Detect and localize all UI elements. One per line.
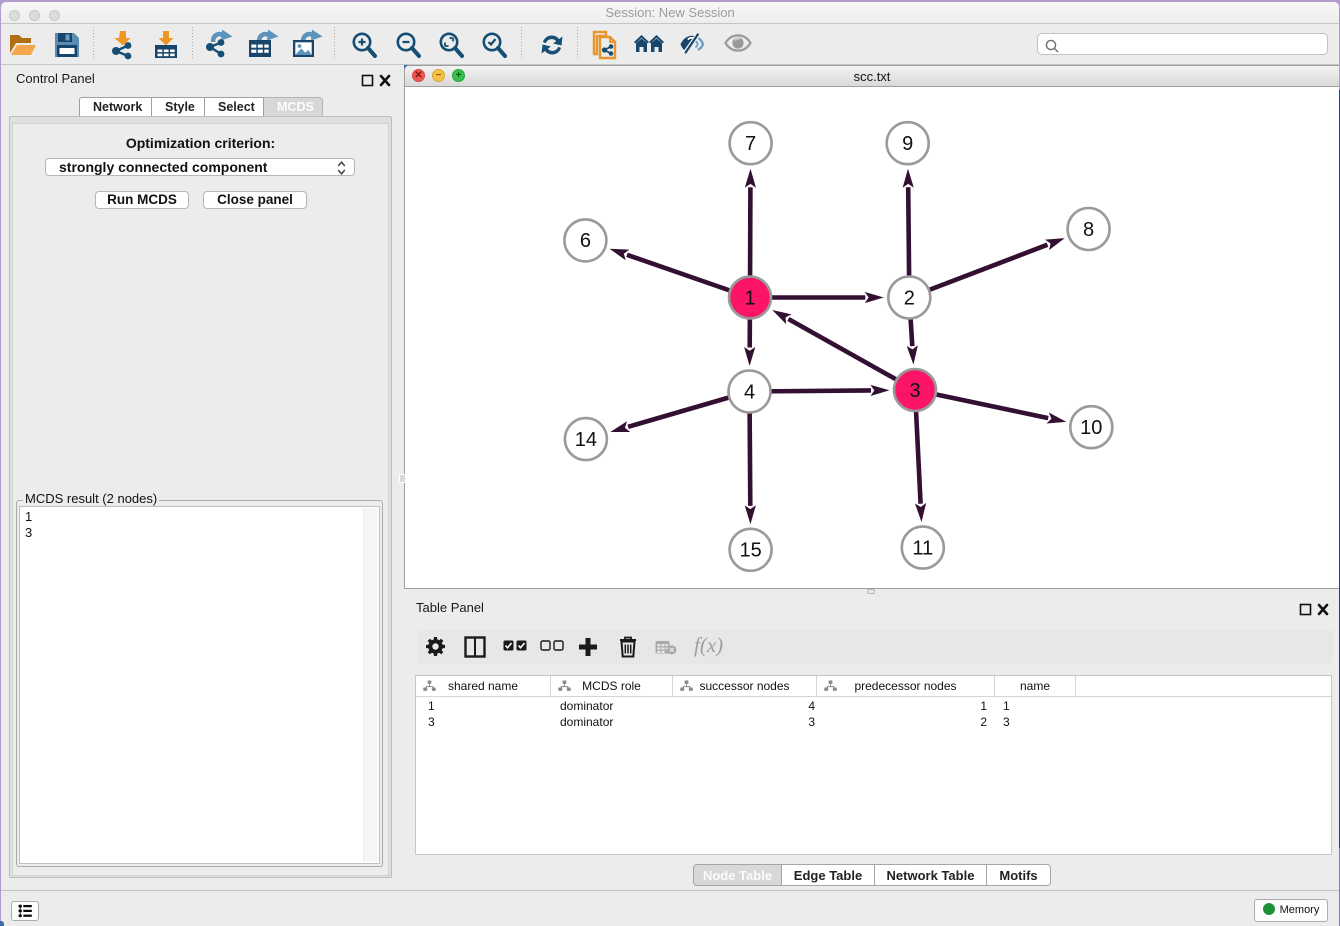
- svg-text:6: 6: [580, 230, 591, 252]
- svg-text:8: 8: [1083, 219, 1094, 241]
- svg-text:1: 1: [744, 287, 755, 309]
- svg-text:7: 7: [745, 133, 756, 155]
- svg-text:9: 9: [902, 133, 913, 155]
- svg-text:10: 10: [1080, 417, 1102, 439]
- svg-text:4: 4: [744, 381, 755, 403]
- svg-text:11: 11: [912, 537, 933, 559]
- svg-text:3: 3: [909, 380, 920, 402]
- svg-text:14: 14: [575, 429, 597, 451]
- svg-text:15: 15: [739, 540, 761, 562]
- svg-text:2: 2: [904, 287, 915, 309]
